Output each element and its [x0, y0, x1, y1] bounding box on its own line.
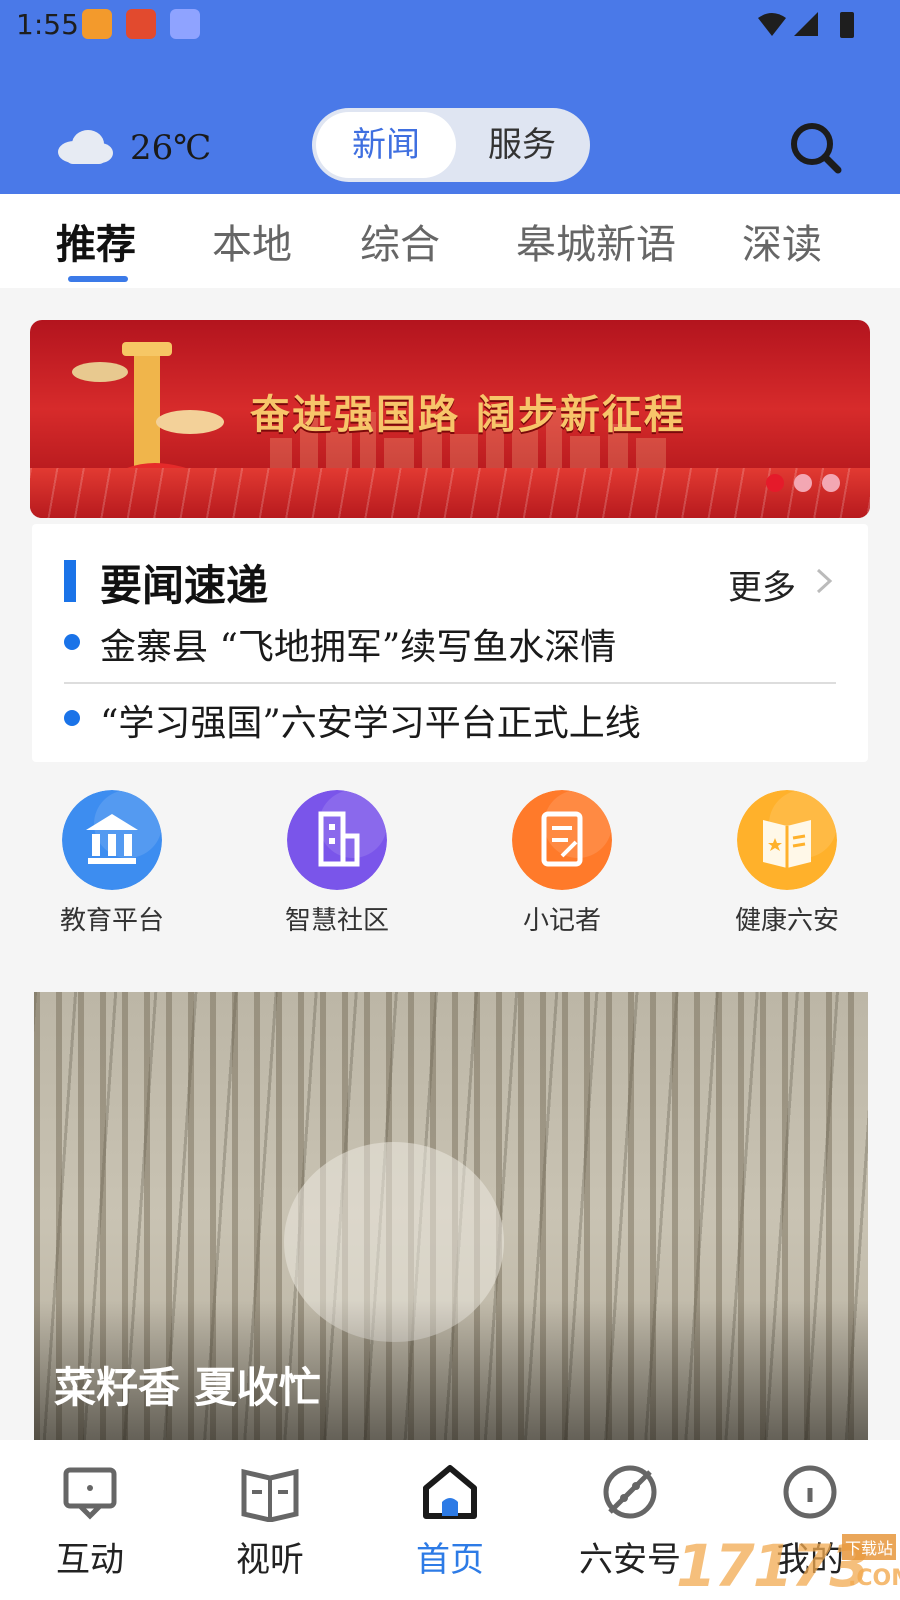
nav-label: 首页 [416, 1540, 484, 1580]
notification-app-icon [170, 9, 200, 39]
banner-slogan: 奋进强国路 阔步新征程 [250, 392, 686, 438]
active-tab-indicator [68, 276, 128, 282]
open-book-icon [241, 1468, 299, 1522]
channel-tabs: 推荐 本地 综合 皋城新语 深读 [0, 194, 900, 288]
building-icon [287, 790, 387, 890]
news-item[interactable]: “学习强国”六安学习平台正式上线 [62, 688, 842, 750]
more-link[interactable]: 更多 [728, 560, 796, 609]
chevron-right-icon[interactable] [812, 566, 838, 596]
nav-audio-video[interactable]: 视听 [180, 1440, 360, 1600]
compass-icon [603, 1465, 657, 1519]
service-label: 健康六安 [734, 906, 839, 936]
news-headline: 金寨县 “飞地拥军”续写鱼水深情 [100, 627, 617, 668]
user-circle-icon [783, 1465, 837, 1519]
carousel-dot-active[interactable] [766, 474, 784, 492]
search-icon[interactable] [786, 118, 846, 178]
home-icon [423, 1465, 477, 1519]
banner-carousel[interactable]: 奋进强国路 阔步新征程 [30, 320, 870, 518]
bullet-dot [64, 710, 80, 726]
bullet-dot [64, 634, 80, 650]
quick-news-card: 要闻速递 更多 金寨县 “飞地拥军”续写鱼水深情 “学习强国”六安学习平台正式上… [32, 524, 868, 762]
feature-article-card[interactable]: 菜籽香 夏收忙 [34, 992, 868, 1440]
tab-recommend[interactable]: 推荐 [56, 212, 136, 270]
watermark-suffix: .COM [848, 1566, 900, 1591]
segment-services[interactable]: 服务 [452, 112, 592, 178]
news-headline: “学习强国”六安学习平台正式上线 [100, 703, 641, 744]
top-header: 1:55 26℃ 新闻 服务 [0, 0, 900, 194]
bank-icon [62, 790, 162, 890]
nav-interact[interactable]: 互动 [0, 1440, 180, 1600]
watermark-number: 17173 [676, 1532, 870, 1600]
site-watermark: 17173 下载站 .COM [676, 1532, 900, 1600]
nav-label: 互动 [56, 1540, 124, 1580]
tab-deep-read[interactable]: 深读 [742, 212, 822, 270]
book-star-icon [737, 790, 837, 890]
service-label: 教育平台 [59, 906, 164, 936]
carousel-dot[interactable] [822, 474, 840, 492]
news-item[interactable]: 金寨县 “飞地拥军”续写鱼水深情 [62, 612, 842, 674]
service-little-reporter[interactable]: 小记者 [492, 790, 632, 940]
feature-caption: 菜籽香 夏收忙 [54, 1363, 321, 1412]
notification-app-icon [126, 9, 156, 39]
service-education[interactable]: 教育平台 [42, 790, 182, 940]
tab-general[interactable]: 综合 [360, 212, 440, 270]
watermark-side: 下载站 [842, 1534, 897, 1560]
divider [64, 682, 836, 684]
temperature: 26℃ [130, 128, 212, 168]
wifi-icon [758, 13, 786, 36]
battery-icon [840, 12, 854, 38]
notification-app-icon [82, 9, 112, 39]
section-accent-bar [64, 560, 76, 602]
tab-local[interactable]: 本地 [212, 212, 292, 270]
section-title: 要闻速递 [100, 561, 269, 610]
status-bar: 1:55 [0, 0, 900, 52]
carousel-dot[interactable] [794, 474, 812, 492]
banner-floor-rays [30, 468, 870, 518]
service-smart-community[interactable]: 智慧社区 [267, 790, 407, 940]
nav-label: 视听 [236, 1540, 304, 1580]
service-label: 智慧社区 [284, 906, 389, 936]
tab-gaocheng[interactable]: 皋城新语 [516, 212, 676, 270]
cloud-icon [58, 130, 113, 164]
signal-icon [794, 12, 818, 36]
service-label: 小记者 [522, 906, 601, 936]
service-healthy-luan[interactable]: 健康六安 [717, 790, 857, 940]
system-status-icons [758, 12, 854, 38]
status-time: 1:55 [16, 8, 79, 41]
news-service-switch: 新闻 服务 [312, 108, 590, 182]
segment-news[interactable]: 新闻 [316, 112, 456, 178]
note-edit-icon [512, 790, 612, 890]
chat-screen-icon [63, 1467, 117, 1520]
nav-home[interactable]: 首页 [360, 1440, 540, 1600]
